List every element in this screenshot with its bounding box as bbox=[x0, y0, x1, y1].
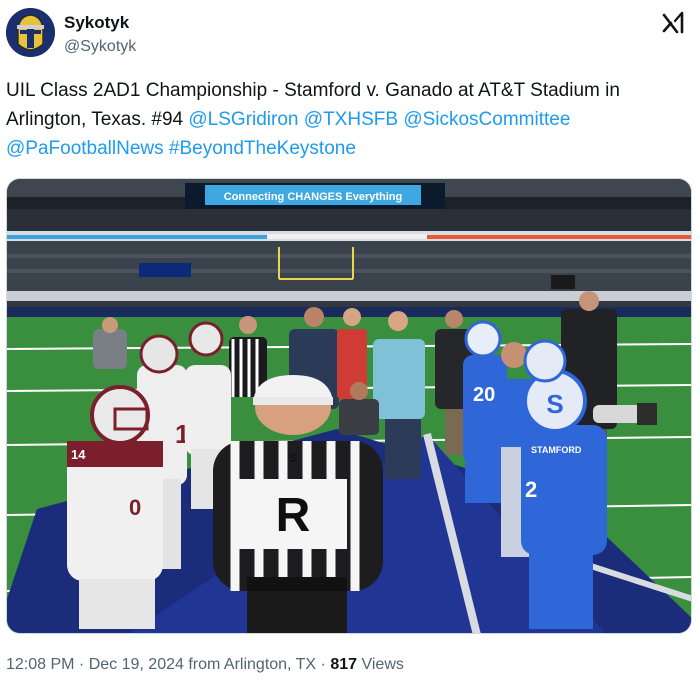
author-display-name[interactable]: Sykotyk bbox=[64, 13, 129, 33]
referee-s-letter: S bbox=[289, 451, 297, 465]
ganado-number-14: 14 bbox=[71, 447, 86, 462]
coin-toss-photo: Connecting CHANGES Everything 14 0 R S 2… bbox=[7, 179, 691, 633]
tweet-header: Sykotyk @Sykotyk bbox=[6, 8, 694, 64]
spartan-helmet-avatar-icon bbox=[6, 8, 55, 57]
mention-txhsfb[interactable]: @TXHSFB bbox=[304, 109, 398, 130]
tweet-meta: 12:08 PM · Dec 19, 2024 from Arlington, … bbox=[6, 656, 404, 673]
mention-pafootballnews[interactable]: @PaFootballNews bbox=[6, 138, 164, 159]
tweet-photo[interactable]: Connecting CHANGES Everything 14 0 R S 2… bbox=[6, 178, 692, 634]
referee-r-letter: R bbox=[276, 489, 311, 542]
ganado-number-0: 0 bbox=[129, 495, 141, 520]
mention-sickoscommittee[interactable]: @SickosCommittee bbox=[403, 109, 570, 130]
views-label: Views bbox=[361, 656, 404, 673]
tweet-time[interactable]: 12:08 PM bbox=[6, 656, 74, 673]
scoreboard-text: Connecting CHANGES Everything bbox=[224, 191, 402, 203]
hashtag-beyondthekeystone[interactable]: #BeyondTheKeystone bbox=[169, 138, 356, 159]
stamford-jersey-text: STAMFORD bbox=[531, 445, 582, 455]
tweet-text: UIL Class 2AD1 Championship - Stamford v… bbox=[6, 76, 686, 163]
stamford-number-2: 2 bbox=[525, 477, 537, 502]
views-count: 817 bbox=[330, 656, 358, 673]
tweet-location: from Arlington, TX bbox=[188, 656, 317, 673]
avatar[interactable] bbox=[6, 8, 55, 57]
stamford-number-20: 20 bbox=[473, 384, 495, 406]
author-handle[interactable]: @Sykotyk bbox=[64, 38, 136, 56]
mention-lsgridiron[interactable]: @LSGridiron bbox=[188, 109, 298, 130]
stamford-helmet-s: S bbox=[546, 389, 563, 419]
tweet-date[interactable]: Dec 19, 2024 bbox=[89, 656, 184, 673]
ad-board bbox=[139, 263, 191, 277]
grok-icon[interactable] bbox=[660, 10, 686, 36]
